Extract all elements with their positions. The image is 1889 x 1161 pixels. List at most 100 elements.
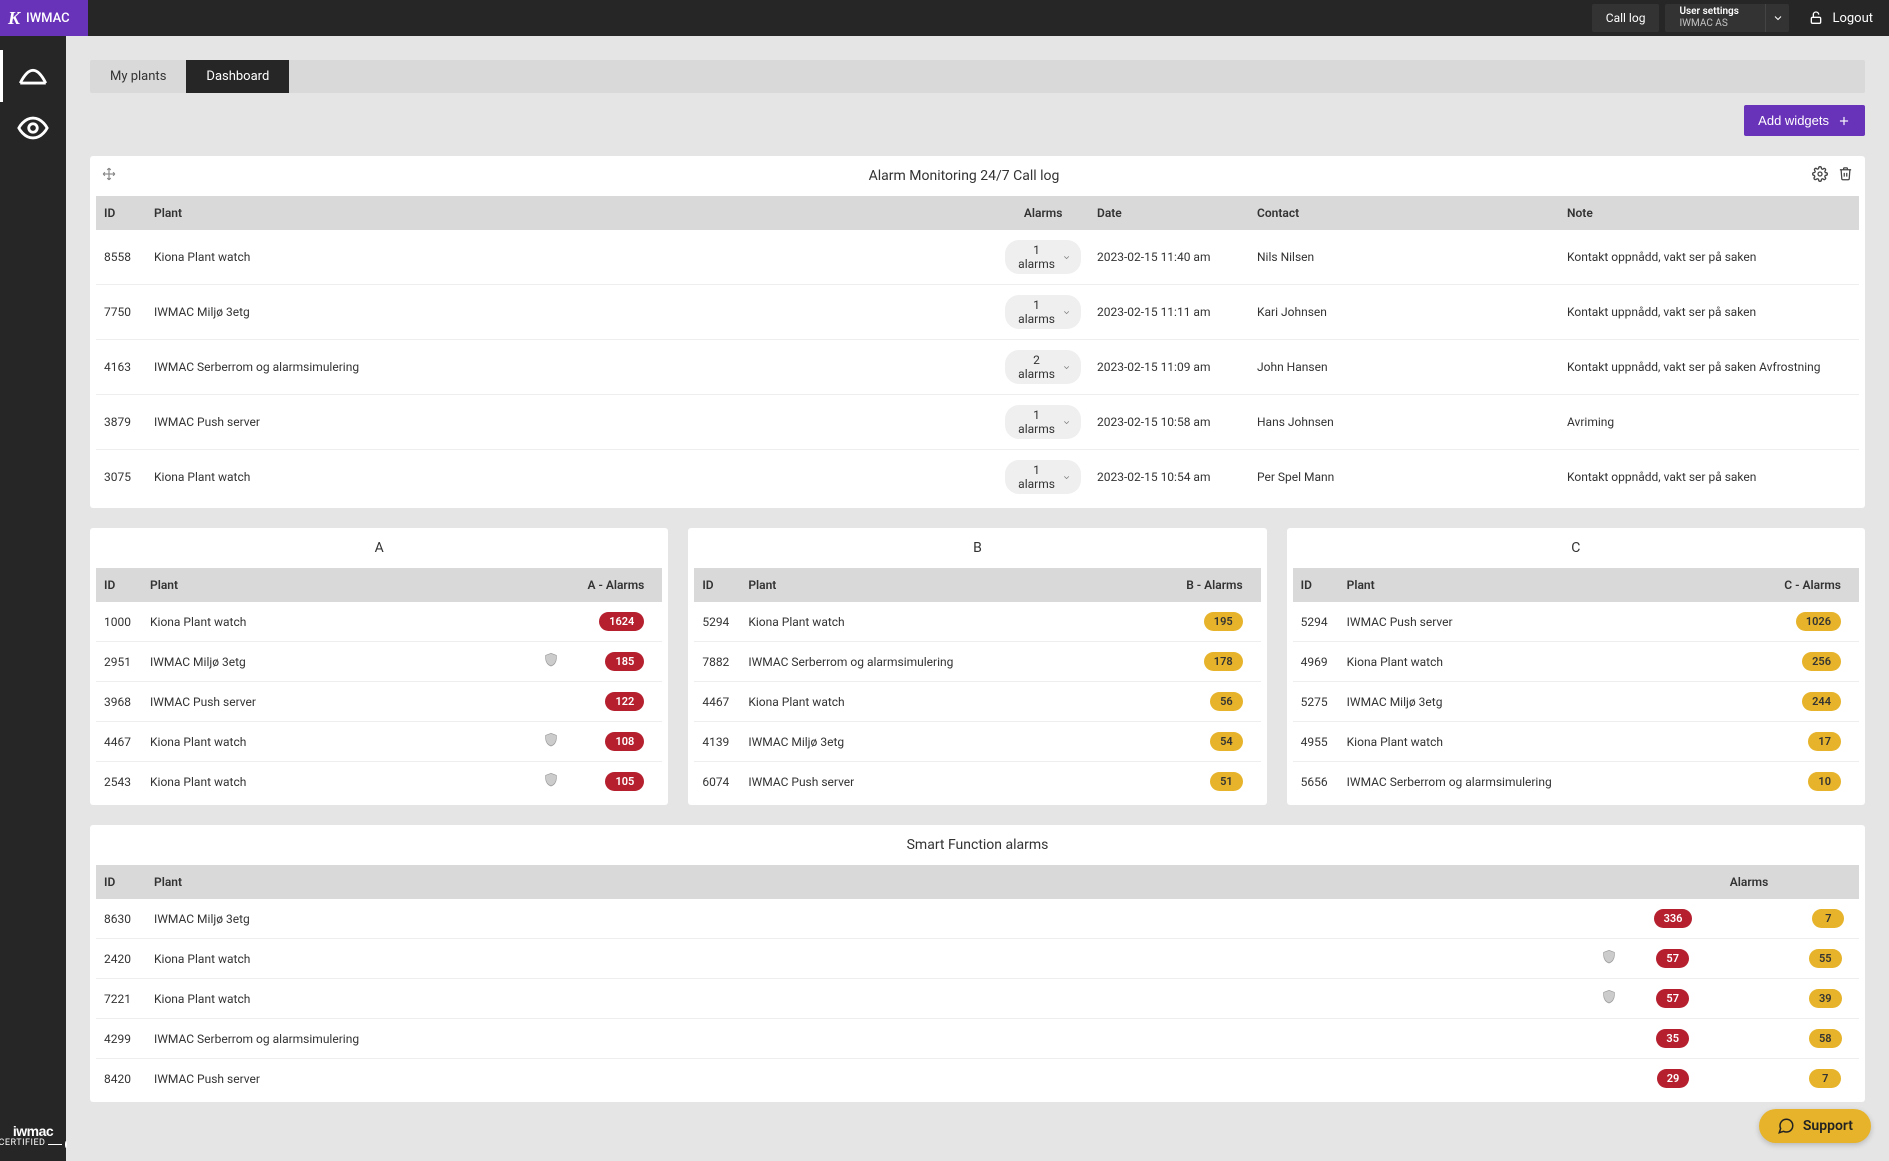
eye-icon [16,111,50,145]
table-row: 4299IWMAC Serberrom og alarmsimulering35… [96,1019,1859,1059]
alarm-badge-red: 57 [1656,949,1689,968]
cell-note: Kontakt oppnådd, vakt ser på saken [1559,230,1859,285]
cell-note: Avriming [1559,395,1859,450]
cell-plant: IWMAC Serberrom og alarmsimulering [146,340,997,395]
support-button[interactable]: Support [1759,1109,1871,1143]
alarm-badge: 105 [605,772,644,791]
table-row: 5294Kiona Plant watch195 [694,602,1260,642]
cell-plant: Kiona Plant watch [146,230,997,285]
drag-handle-icon[interactable] [102,167,116,185]
alarm-dropdown[interactable]: 1 alarms [1005,460,1081,494]
table-a: ID Plant A - Alarms 1000Kiona Plant watc… [96,568,662,801]
smart-function-widget: Smart Function alarms ID Plant Alarms 86… [90,825,1865,1102]
table-row: 4163IWMAC Serberrom og alarmsimulering2 … [96,340,1859,395]
call-log-widget: Alarm Monitoring 24/7 Call log ID Plant … [90,156,1865,508]
cell-plant: IWMAC Push server [146,395,997,450]
alarm-dropdown[interactable]: 1 alarms [1005,240,1081,274]
sidebar-item-dashboard[interactable] [0,50,66,102]
cell-contact: Kari Johnsen [1249,285,1559,340]
widget-b: B ID Plant B - Alarms 5294Kiona Plant wa… [688,528,1266,805]
sidebar: iwmac CERTIFIED [0,36,66,1161]
table-row: 7882IWMAC Serberrom og alarmsimulering17… [694,642,1260,682]
table-row: 3075Kiona Plant watch1 alarms 2023-02-15… [96,450,1859,505]
table-row: 6074IWMAC Push server51 [694,762,1260,802]
table-row: 7750IWMAC Miljø 3etg1 alarms 2023-02-15 … [96,285,1859,340]
alarm-badge-red: 57 [1656,989,1689,1008]
brand-name: IWMAC [26,11,70,26]
logout-button[interactable]: Logout [1792,0,1889,36]
main-content: My plants Dashboard Add widgets Alarm Mo… [66,36,1889,1161]
table-row: 7221Kiona Plant watch5739 [96,979,1859,1019]
alarm-badge: 56 [1210,692,1243,711]
table-row: 3879IWMAC Push server1 alarms 2023-02-15… [96,395,1859,450]
col-date: Date [1089,196,1249,230]
logo-k-icon: K [8,8,20,29]
table-row: 4969Kiona Plant watch256 [1293,642,1859,682]
widget-title: Alarm Monitoring 24/7 Call log [116,168,1812,184]
smart-table: ID Plant Alarms 8630IWMAC Miljø 3etg3367… [96,865,1859,1098]
shield-icon [543,732,559,748]
call-log-button[interactable]: Call log [1592,4,1660,32]
cell-id: 3879 [96,395,146,450]
add-widgets-button[interactable]: Add widgets [1744,105,1865,136]
sidebar-item-watch[interactable] [0,102,66,154]
chevron-down-icon [1062,252,1071,263]
delete-icon[interactable] [1838,166,1853,186]
settings-icon[interactable] [1812,166,1828,186]
alarm-badge-red: 29 [1657,1069,1690,1088]
col-alarms: Alarms [997,196,1089,230]
chat-icon [1777,1117,1795,1135]
widget-c: C ID Plant C - Alarms 5294IWMAC Push ser… [1287,528,1865,805]
alarm-dropdown[interactable]: 1 alarms [1005,295,1081,329]
cell-plant: Kiona Plant watch [146,450,997,505]
cell-id: 4163 [96,340,146,395]
shield-icon [1601,949,1617,965]
table-row: 2543Kiona Plant watch105 [96,762,662,802]
shield-icon [543,652,559,668]
cell-date: 2023-02-15 11:11 am [1089,285,1249,340]
lock-icon [1808,10,1824,26]
alarm-badge: 122 [605,692,644,711]
cell-id: 8558 [96,230,146,285]
tab-my-plants[interactable]: My plants [90,60,186,93]
table-row: 1000Kiona Plant watch1624 [96,602,662,642]
alarm-dropdown[interactable]: 1 alarms [1005,405,1081,439]
user-settings-caret[interactable] [1765,4,1789,32]
alarm-badge: 185 [605,652,644,671]
table-row: 2951IWMAC Miljø 3etg185 [96,642,662,682]
col-note: Note [1559,196,1859,230]
cell-date: 2023-02-15 10:54 am [1089,450,1249,505]
dashboard-icon [16,59,50,93]
chevron-down-icon [1062,472,1071,483]
col-id: ID [96,196,146,230]
alarm-badge-red: 35 [1656,1029,1689,1048]
alarm-badge-amber: 7 [1812,909,1844,928]
cell-note: Kontakt oppnådd, vakt ser på saken [1559,450,1859,505]
cell-note: Kontakt uppnådd, vakt ser på saken [1559,285,1859,340]
table-row: 4139IWMAC Miljø 3etg54 [694,722,1260,762]
alarm-badge: 178 [1204,652,1243,671]
table-row: 5275IWMAC Miljø 3etg244 [1293,682,1859,722]
call-log-table: ID Plant Alarms Date Contact Note 8558Ki… [96,196,1859,504]
alarm-badge: 244 [1802,692,1841,711]
tab-dashboard[interactable]: Dashboard [186,60,289,93]
alarm-badge: 1026 [1796,612,1841,631]
alarm-badge: 195 [1204,612,1243,631]
cell-contact: Hans Johnsen [1249,395,1559,450]
brand-logo[interactable]: K IWMAC [0,0,88,36]
topbar: K IWMAC Call log User settings IWMAC AS … [0,0,1889,36]
cell-contact: Per Spel Mann [1249,450,1559,505]
col-contact: Contact [1249,196,1559,230]
plus-icon [1837,114,1851,128]
cell-date: 2023-02-15 11:09 am [1089,340,1249,395]
table-row: 5294IWMAC Push server1026 [1293,602,1859,642]
cell-id: 7750 [96,285,146,340]
col-plant: Plant [146,196,997,230]
chevron-down-icon [1062,307,1071,318]
user-settings-button[interactable]: User settings IWMAC AS [1665,4,1765,32]
table-row: 8558Kiona Plant watch1 alarms 2023-02-15… [96,230,1859,285]
tabs: My plants Dashboard [90,60,1865,93]
table-row: 3968IWMAC Push server122 [96,682,662,722]
chevron-down-icon [1062,362,1071,373]
alarm-dropdown[interactable]: 2 alarms [1005,350,1081,384]
